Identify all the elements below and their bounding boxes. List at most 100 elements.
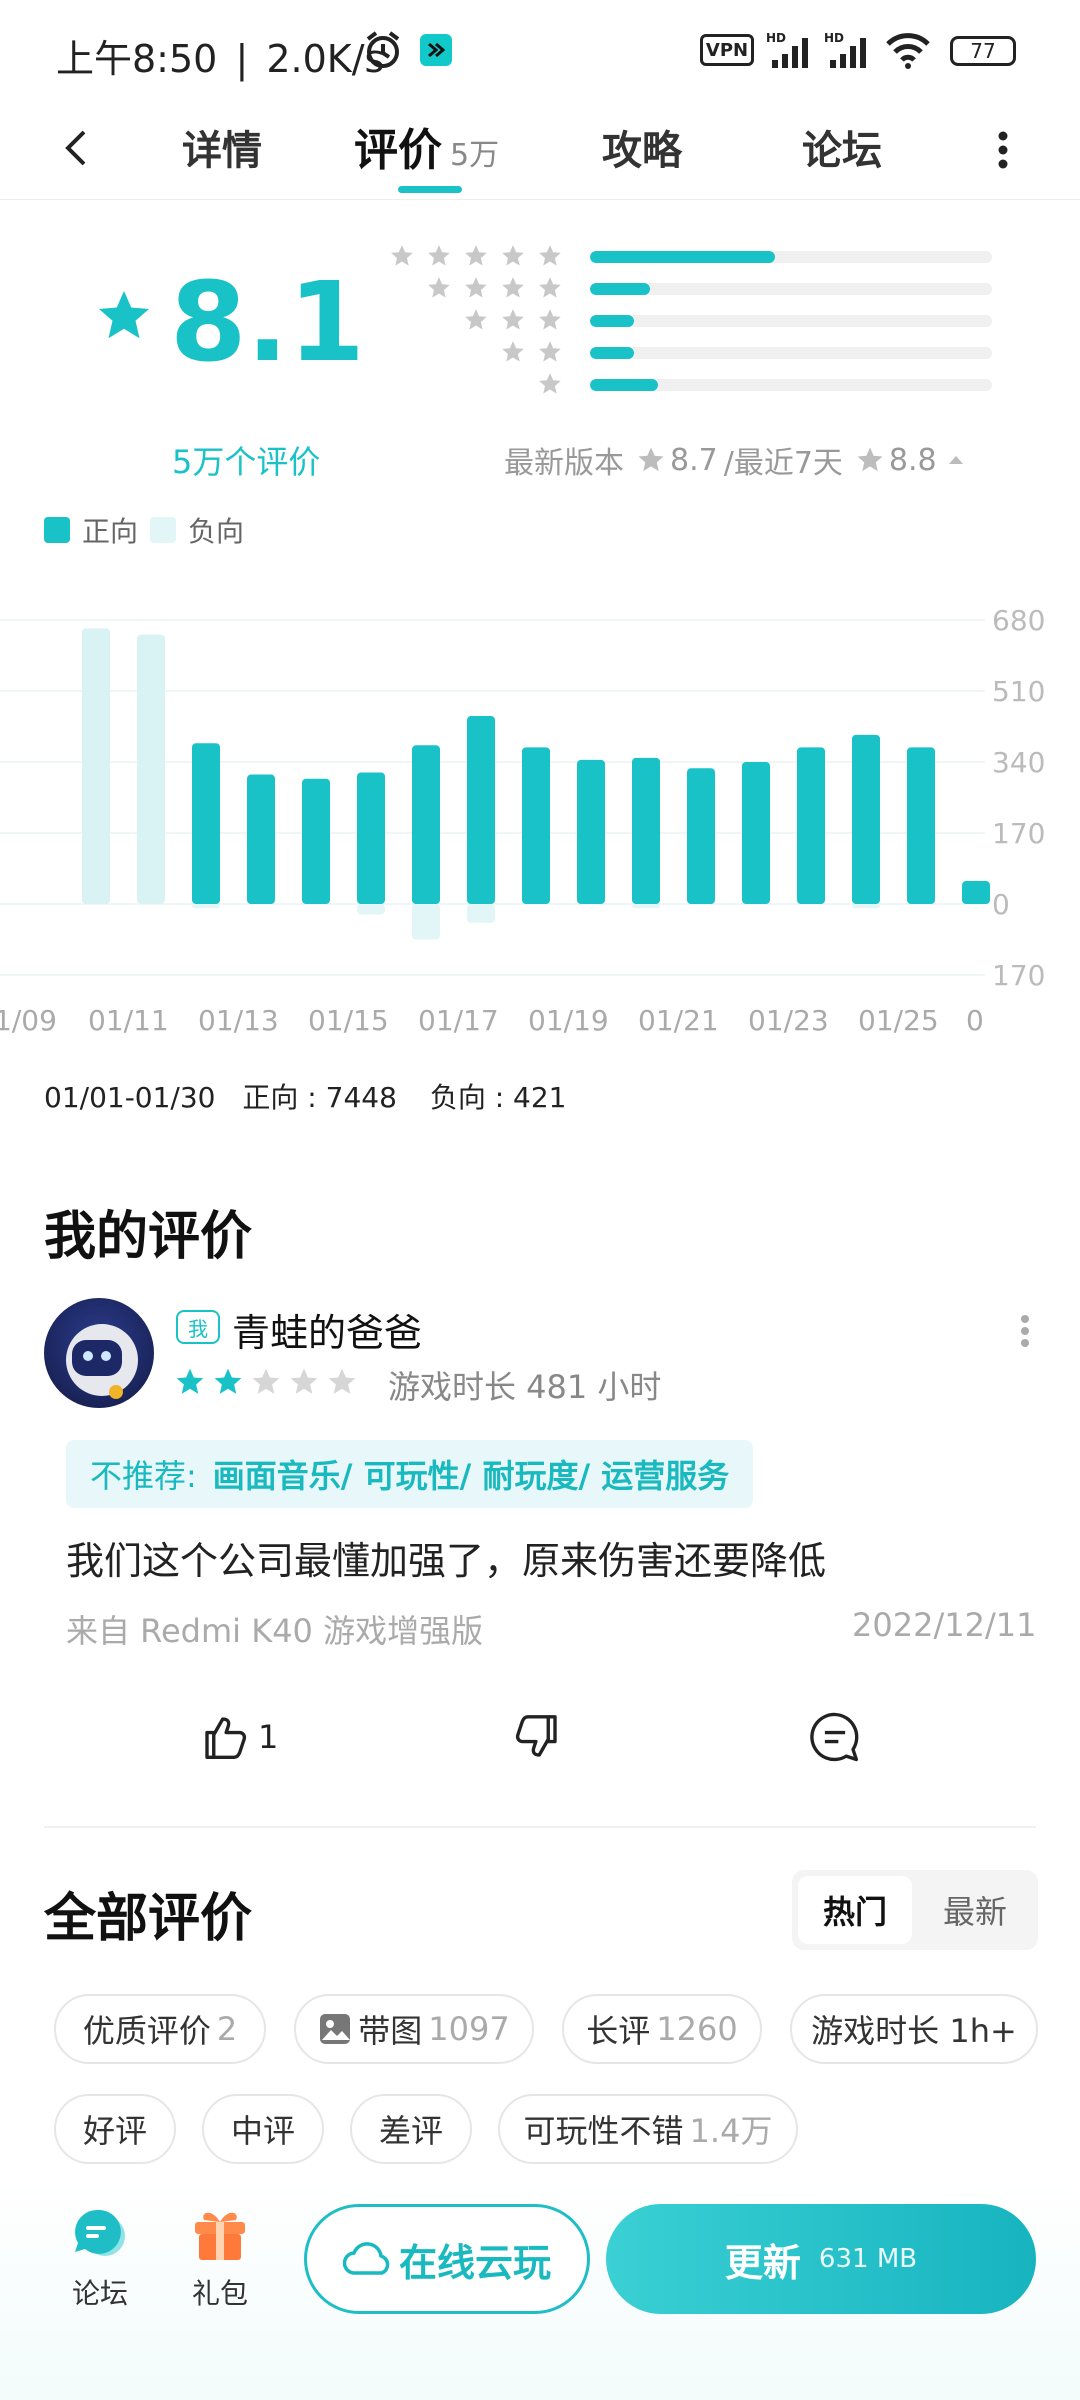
grey-star-icon — [502, 245, 524, 266]
me-badge: 我 — [176, 1310, 220, 1344]
active-tab-indicator — [398, 186, 462, 193]
tag-items: 画面音乐/ 可玩性/ 耐玩度/ 运营服务 — [212, 1457, 730, 1495]
chip-label: 带图 — [358, 2012, 423, 2050]
summary-line: 01/01-01/30 正向 : 7448 负向 : 421 — [44, 1076, 567, 1116]
dislike-button[interactable] — [510, 1710, 564, 1768]
filter-chip-positive[interactable]: 好评 — [54, 2094, 176, 2164]
bar-positive — [467, 716, 495, 904]
grey-star-icon — [502, 309, 524, 330]
filter-chip-neutral[interactable]: 中评 — [202, 2094, 324, 2164]
review-date: 2022/12/11 — [852, 1606, 1037, 1644]
x-tick-label: 01/23 — [748, 1004, 829, 1037]
chip-label: 优质评价 — [82, 2012, 211, 2050]
hd-label-2: HD — [824, 31, 844, 45]
forum-icon — [75, 2209, 125, 2256]
x-tick-label: 01/19 — [528, 1004, 609, 1037]
username[interactable]: 青蛙的爸爸 — [232, 1302, 422, 1357]
y-tick-label: 680 — [992, 604, 1045, 637]
daily-review-chart: 68051034017001701/09 01/11 01/13 01/15 01/17… — [0, 604, 1045, 1037]
more-menu-icon[interactable] — [988, 122, 1018, 182]
chip-label: 中评 — [230, 2112, 295, 2150]
alarm-icon — [362, 30, 404, 70]
latest-version-label: 最新版本 — [504, 446, 624, 481]
review-more-icon[interactable] — [1012, 1306, 1038, 1360]
latest-version-score: 8.7 — [670, 442, 718, 478]
x-tick-label: 01/15 — [308, 1004, 389, 1037]
grey-star-icon — [428, 277, 450, 298]
thumbs-down-icon — [515, 1715, 557, 1757]
my-star-rating — [174, 1366, 364, 1402]
grey-star-icon — [539, 373, 561, 394]
filled-star-icon — [174, 1366, 206, 1402]
like-count: 1 — [258, 1718, 279, 1756]
bar-negative — [357, 904, 385, 915]
status-bar: 上午8:50 | 2.0K/s VPN HD HD 77 — [0, 0, 1080, 100]
status-clock-text: 上午8:50 — [56, 37, 218, 81]
tab-forum[interactable]: 论坛 — [802, 118, 882, 176]
hd-label-1: HD — [766, 31, 786, 45]
bar-negative — [852, 904, 880, 909]
sort-hot-button[interactable]: 热门 — [798, 1876, 912, 1944]
y-tick-label: 0 — [992, 888, 1010, 921]
legend-positive-label: 正向 — [82, 515, 139, 548]
empty-star-icon — [326, 1366, 358, 1402]
avatar[interactable] — [44, 1298, 154, 1408]
legend-negative: 负向 — [150, 510, 244, 550]
chip-count: 1260 — [656, 2010, 738, 2048]
like-button[interactable]: 1 — [198, 1710, 278, 1764]
bar-positive — [797, 747, 825, 904]
divider — [44, 1826, 1036, 1828]
x-tick-label: 1/09 — [0, 1004, 57, 1037]
update-button[interactable]: 更新 631 MB — [606, 2204, 1036, 2314]
bar-positive — [357, 772, 385, 904]
comment-button[interactable] — [808, 1710, 862, 1768]
grey-star-icon — [539, 309, 561, 330]
grey-star-icon — [539, 341, 561, 362]
grey-star-icon — [539, 277, 561, 298]
signal-icon-1: HD — [766, 30, 816, 70]
filter-chip-with-image[interactable]: 带图 1097 — [294, 1994, 534, 2064]
thumbs-up-icon — [205, 1717, 247, 1759]
filter-chip-long-review[interactable]: 长评 1260 — [562, 1994, 762, 2064]
chip-label: 可玩性不错 — [523, 2112, 684, 2150]
signal-icon-2: HD — [824, 30, 874, 70]
chip-count: 2 — [216, 2010, 238, 2048]
tab-details[interactable]: 详情 — [182, 118, 262, 176]
star-bar-fill — [590, 251, 775, 263]
gift-button[interactable]: 礼包 — [188, 2206, 252, 2312]
grey-star-icon — [428, 245, 450, 266]
filter-chip-negative[interactable]: 差评 — [350, 2094, 472, 2164]
not-recommend-tag: 不推荐: 画面音乐/ 可玩性/ 耐玩度/ 运营服务 — [66, 1440, 754, 1508]
battery-icon: 77 — [950, 36, 1016, 66]
chip-label: 好评 — [82, 2112, 147, 2150]
cloud-play-button[interactable]: 在线云玩 — [304, 2204, 590, 2314]
x-tick-label: 01/17 — [418, 1004, 499, 1037]
forum-button[interactable]: 论坛 — [68, 2206, 132, 2312]
tab-reviews[interactable]: 评价 5万 — [354, 114, 499, 178]
collapse-arrow-icon[interactable] — [945, 449, 967, 471]
tag-prefix: 不推荐: — [90, 1457, 197, 1495]
star-bar-track — [590, 251, 992, 263]
bar-positive — [742, 762, 770, 904]
filter-chip-playtime[interactable]: 游戏时长 1h+ — [790, 1994, 1038, 2064]
grey-star-icon — [391, 245, 413, 266]
filter-chip-playability[interactable]: 可玩性不错 1.4万 — [498, 2094, 798, 2164]
grey-star-icon — [465, 245, 487, 266]
summary-range: 01/01-01/30 — [44, 1081, 216, 1114]
x-tick-label: 01/11 — [88, 1004, 169, 1037]
image-icon — [320, 2014, 351, 2044]
wifi-icon — [884, 30, 932, 70]
tab-reviews-label: 评价 — [354, 125, 442, 176]
app-notification-icon — [420, 34, 452, 66]
tab-reviews-count: 5万 — [450, 138, 500, 173]
cloud-icon — [342, 2242, 390, 2275]
tab-guides[interactable]: 攻略 — [602, 118, 682, 176]
sort-new-button[interactable]: 最新 — [918, 1876, 1032, 1944]
status-separator: | — [235, 37, 249, 81]
back-button[interactable] — [56, 118, 96, 182]
filter-chip-quality[interactable]: 优质评价 2 — [54, 1994, 266, 2064]
star-bar-track — [590, 347, 992, 359]
x-tick-label: 01/25 — [858, 1004, 939, 1037]
x-tick-label: 0 — [966, 1004, 984, 1037]
sort-toggle: 热门 最新 — [792, 1870, 1038, 1950]
